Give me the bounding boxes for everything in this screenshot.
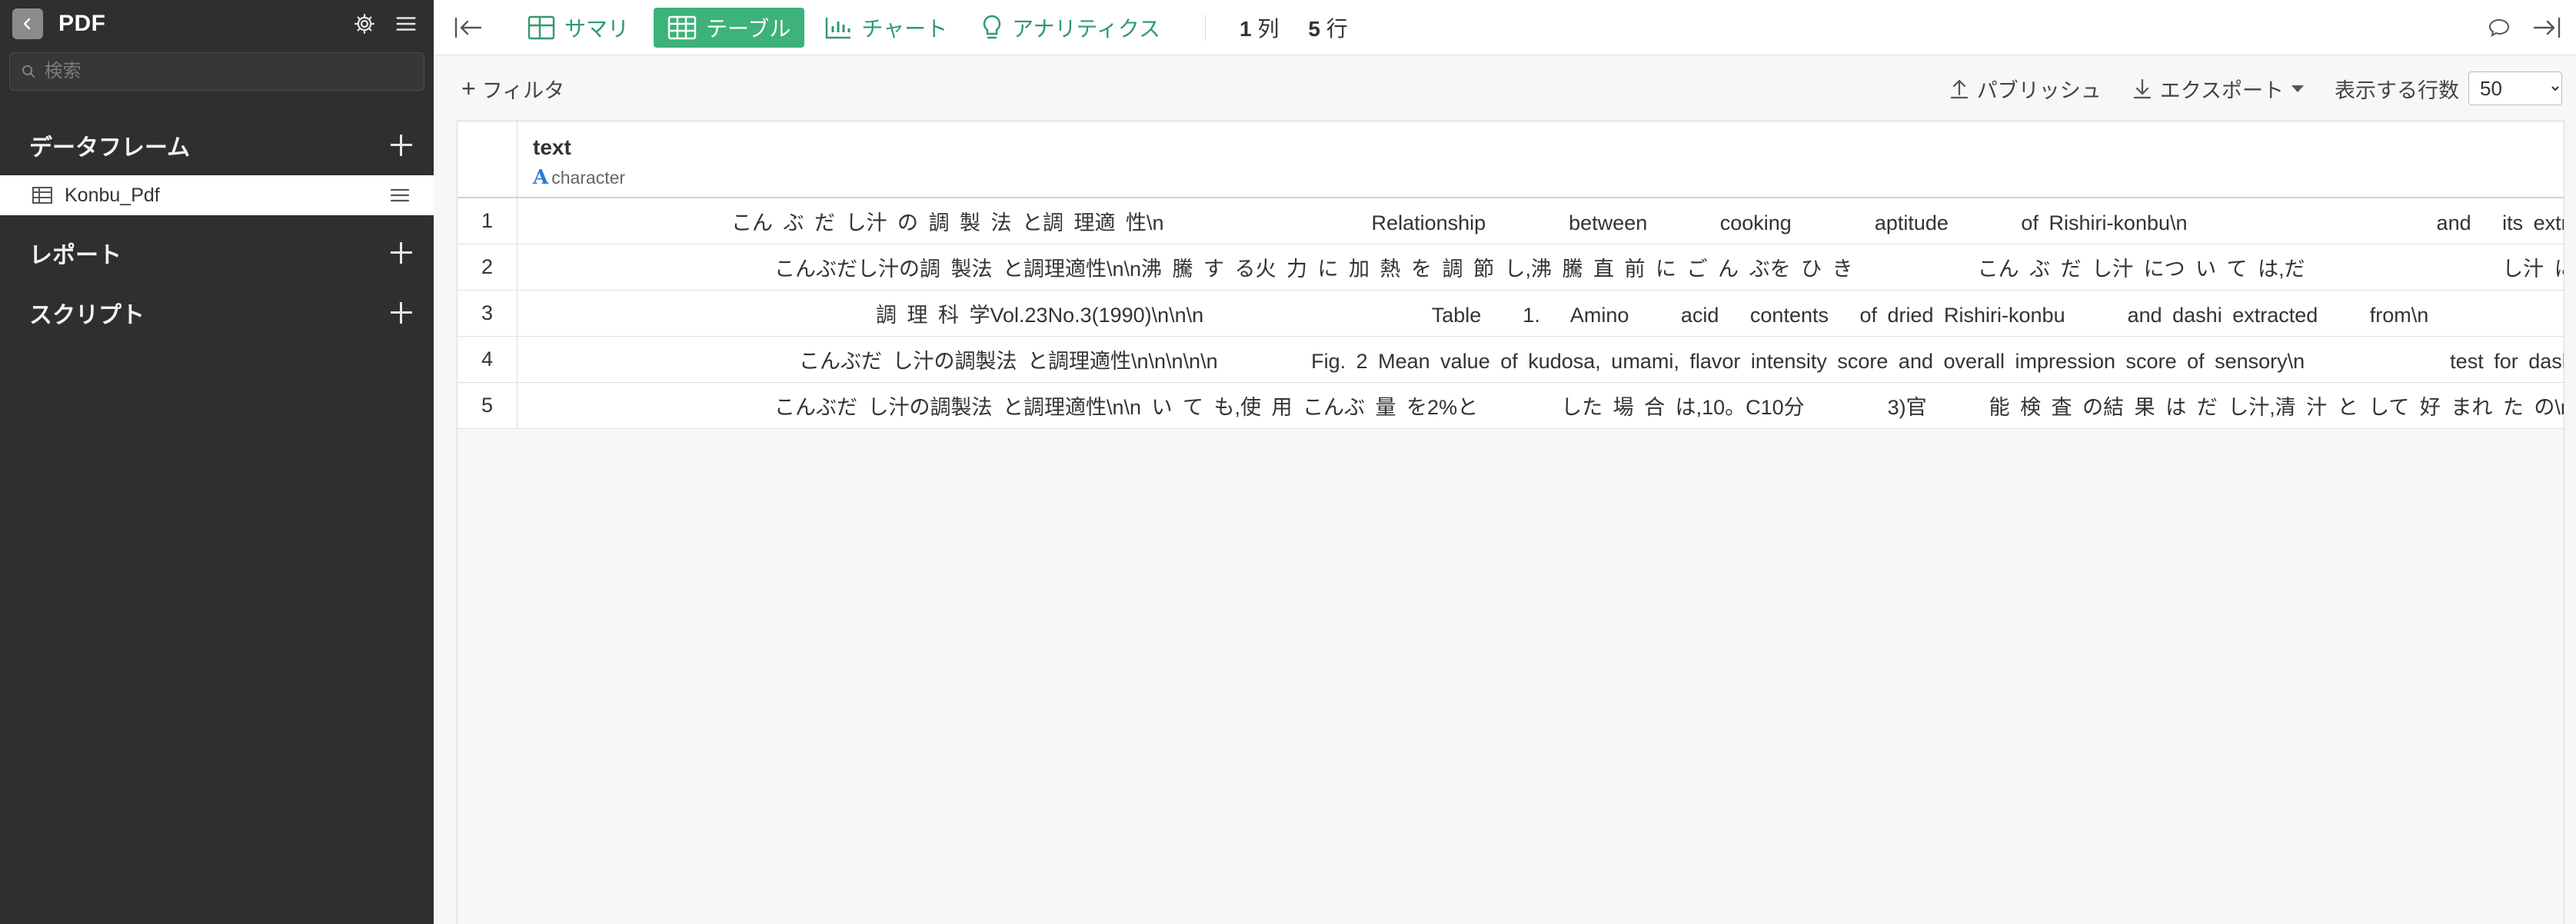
sidebar-header: PDF <box>0 0 434 48</box>
table-header: text A character <box>458 121 2564 198</box>
download-icon <box>2133 78 2151 99</box>
column-count-unit: 列 <box>1257 16 1280 41</box>
gear-icon <box>354 14 374 34</box>
sidebar-item-konbu-pdf[interactable]: Konbu_Pdf <box>0 175 434 215</box>
comment-icon <box>2488 18 2510 38</box>
publish-button[interactable]: パブリッシュ <box>1949 74 2102 104</box>
search-icon <box>22 65 35 78</box>
cell-text: 調 理 科 学Vol.23No.3(1990)\n\n\n Table 1. A… <box>876 304 2429 327</box>
collapse-left-icon <box>454 17 482 38</box>
table-cell[interactable]: こんぶだ し汁の調製法 と調理適性\n\n\n\n\n Fig. 2 Mean … <box>518 337 2564 382</box>
lightbulb-icon <box>983 15 1001 38</box>
view-tabs-bar: サマリ テーブル チャート アナリティクス 1 列 5 行 <box>434 0 2576 55</box>
export-label: エクスポート <box>2159 78 2284 102</box>
tab-label: サマリ <box>564 16 630 41</box>
table-icon <box>667 15 697 39</box>
topbar-right-actions <box>2467 0 2562 55</box>
rows-to-show-label: 表示する行数 <box>2335 78 2459 102</box>
cell-text: こん ぶ だ し汁 の 調 製 法 と調 理適 性\n Relationship… <box>731 211 2564 234</box>
character-type-icon: A <box>533 166 549 189</box>
tab-summary[interactable]: サマリ <box>514 8 643 48</box>
sidebar-search[interactable] <box>9 52 424 91</box>
dataframe-label: Konbu_Pdf <box>65 184 160 206</box>
add-script-button[interactable] <box>388 299 415 327</box>
column-header-text[interactable]: text A character <box>518 121 2564 197</box>
caret-down-icon <box>2291 85 2304 92</box>
row-index: 4 <box>458 337 518 382</box>
row-index: 1 <box>458 198 518 244</box>
row-index: 2 <box>458 244 518 290</box>
publish-label: パブリッシュ <box>1976 78 2102 102</box>
table-row[interactable]: 2 こんぶだし汁の調 製法 と調理適性\n\n沸 騰 す る火 力 に 加 熱 … <box>458 244 2564 291</box>
table-row[interactable]: 1 こん ぶ だ し汁 の 調 製 法 と調 理適 性\n Relationsh… <box>458 198 2564 244</box>
section-title-scripts: スクリプト <box>29 303 145 328</box>
export-button[interactable]: エクスポート <box>2132 74 2304 104</box>
tab-label: アナリティクス <box>1012 16 1160 41</box>
section-title-reports: レポート <box>29 243 121 268</box>
add-report-button[interactable] <box>388 239 415 267</box>
upload-icon <box>1950 79 1968 99</box>
cell-text: こんぶだ し汁の調製法 と調理適性\n\n\n\n\n Fig. 2 Mean … <box>799 350 2564 373</box>
column-name: text <box>533 135 571 159</box>
table-toolbar: + フィルタ パブリッシュ エクスポート 表示する行数 50 <box>434 56 2576 121</box>
table-row[interactable]: 4 こんぶだ し汁の調製法 と調理適性\n\n\n\n\n Fig. 2 Mea… <box>458 337 2564 383</box>
column-type: A character <box>533 166 2564 189</box>
tab-label: チャート <box>861 16 948 41</box>
app-title: PDF <box>58 11 106 36</box>
section-scripts: スクリプト <box>0 283 434 343</box>
back-button[interactable] <box>12 8 43 39</box>
column-type-label: character <box>551 167 626 188</box>
rows-to-show-select[interactable]: 50 <box>2468 71 2562 105</box>
filter-label: フィルタ <box>481 78 565 102</box>
table-cell[interactable]: 調 理 科 学Vol.23No.3(1990)\n\n\n Table 1. A… <box>518 291 2564 336</box>
rows-to-show: 表示する行数 50 <box>2335 71 2562 105</box>
row-index: 5 <box>458 383 518 428</box>
row-count-unit: 行 <box>1326 16 1348 41</box>
section-title-dataframes: データフレーム <box>29 135 191 161</box>
sidebar: PDF データフレーム Konbu_Pdf レポート スクリプト <box>0 0 434 924</box>
hamburger-icon <box>396 17 416 31</box>
comment-button[interactable] <box>2484 12 2514 43</box>
section-dataframes: データフレーム <box>0 115 434 175</box>
sidebar-menu-button[interactable] <box>391 8 421 39</box>
section-reports: レポート <box>0 223 434 283</box>
row-count-value: 5 <box>1308 16 1320 41</box>
row-index-header <box>458 121 518 197</box>
bar-chart-icon <box>826 17 851 38</box>
table-row[interactable]: 3 調 理 科 学Vol.23No.3(1990)\n\n\n Table 1.… <box>458 291 2564 337</box>
summary-table-icon <box>528 15 555 39</box>
tab-label: テーブル <box>706 16 791 41</box>
column-count-value: 1 <box>1240 16 1252 41</box>
collapse-sidebar-button[interactable] <box>449 8 488 47</box>
table-cell[interactable]: こんぶだし汁の調 製法 と調理適性\n\n沸 騰 す る火 力 に 加 熱 を … <box>518 244 2564 290</box>
data-table: text A character 1 こん ぶ だ し汁 の 調 製 法 と調 … <box>457 121 2564 924</box>
row-index: 3 <box>458 291 518 336</box>
tab-chart[interactable]: チャート <box>810 8 961 48</box>
collapse-right-panel-button[interactable] <box>2531 12 2562 43</box>
table-icon <box>32 187 52 204</box>
add-filter-button[interactable]: + フィルタ <box>461 74 564 104</box>
collapse-right-icon <box>2533 17 2561 38</box>
table-row[interactable]: 5 こんぶだ し汁の調製法 と調理適性\n\n い て も,使 用 こんぶ 量 … <box>458 383 2564 429</box>
divider <box>1205 14 1206 41</box>
plus-icon: + <box>461 74 476 102</box>
tab-table[interactable]: テーブル <box>654 7 805 48</box>
table-cell[interactable]: こん ぶ だ し汁 の 調 製 法 と調 理適 性\n Relationship… <box>518 198 2564 244</box>
cell-text: こんぶだし汁の調 製法 と調理適性\n\n沸 騰 す る火 力 に 加 熱 を … <box>774 258 2564 281</box>
toolbar-right: パブリッシュ エクスポート 表示する行数 50 <box>1919 56 2562 121</box>
settings-button[interactable] <box>349 8 380 39</box>
search-input[interactable] <box>44 61 413 82</box>
column-count: 1 列 <box>1240 12 1279 43</box>
add-dataframe-button[interactable] <box>388 131 415 159</box>
table-cell[interactable]: こんぶだ し汁の調製法 と調理適性\n\n い て も,使 用 こんぶ 量 を2… <box>518 383 2564 428</box>
row-count: 5 行 <box>1308 12 1347 43</box>
cell-text: こんぶだ し汁の調製法 と調理適性\n\n い て も,使 用 こんぶ 量 を2… <box>774 396 2564 419</box>
tab-analytics[interactable]: アナリティクス <box>967 8 1174 48</box>
chevron-left-icon <box>23 18 31 30</box>
hamburger-icon[interactable] <box>389 186 411 204</box>
sidebar-divider <box>0 103 434 115</box>
